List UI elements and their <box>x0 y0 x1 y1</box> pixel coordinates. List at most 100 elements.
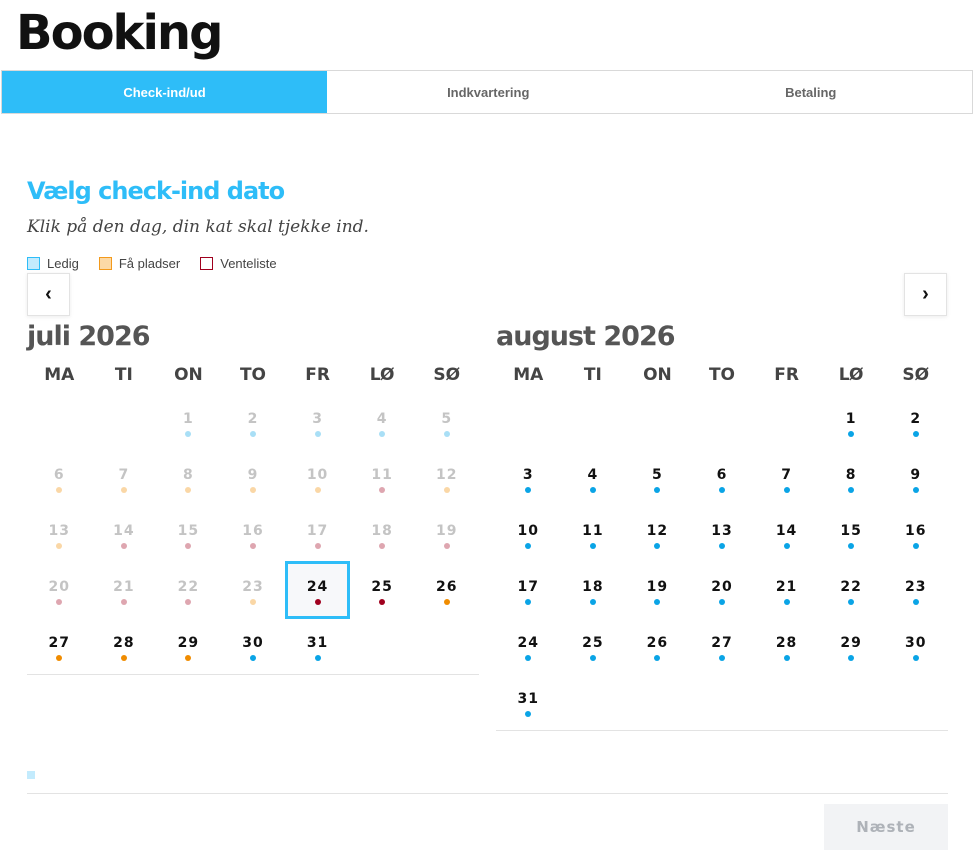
weekday-header: MA TI ON TO FR LØ SØ <box>27 356 479 394</box>
day-number: 6 <box>716 467 728 483</box>
tab-check-in-out[interactable]: Check-ind/ud <box>2 71 327 113</box>
availability-dot <box>912 655 919 661</box>
day-cell[interactable]: 9 <box>883 450 948 506</box>
day-cell[interactable]: 28 <box>92 618 157 674</box>
weekday-label: LØ <box>838 365 864 385</box>
day-cell[interactable]: 22 <box>819 562 884 618</box>
day-number: 11 <box>371 467 393 483</box>
day-cell[interactable]: 2 <box>883 394 948 450</box>
day-number: 16 <box>242 523 264 539</box>
weekday-label: MA <box>513 365 544 385</box>
availability-dot <box>783 487 790 493</box>
availability-dot <box>525 599 532 605</box>
availability-dot <box>654 599 661 605</box>
availability-dot <box>443 599 450 605</box>
day-cell: 17 <box>285 506 350 562</box>
day-cell[interactable]: 26 <box>625 618 690 674</box>
day-cell[interactable]: 19 <box>625 562 690 618</box>
day-number: 7 <box>118 467 130 483</box>
month-title: juli 2026 <box>27 321 151 352</box>
day-cell[interactable]: 26 <box>414 562 479 618</box>
availability-dot <box>589 599 596 605</box>
page-title: Booking <box>16 5 223 61</box>
day-cell[interactable]: 16 <box>883 506 948 562</box>
day-cell[interactable]: 31 <box>496 674 561 730</box>
availability-dot <box>249 431 256 437</box>
day-number: 24 <box>517 635 540 651</box>
day-cell: 2 <box>221 394 286 450</box>
availability-dot <box>654 655 661 661</box>
availability-dot <box>120 543 127 549</box>
day-cell[interactable]: 25 <box>350 562 415 618</box>
selected-day-cell[interactable]: 24 <box>285 561 350 619</box>
day-number: 30 <box>242 635 264 651</box>
day-cell[interactable]: 11 <box>561 506 626 562</box>
day-cell: 8 <box>156 450 221 506</box>
tab-accommodation[interactable]: Indkvartering <box>327 71 650 113</box>
day-number: 9 <box>910 467 922 483</box>
next-step-button[interactable]: Næste <box>824 804 948 850</box>
day-cell[interactable]: 29 <box>156 618 221 674</box>
day-cell[interactable]: 31 <box>285 618 350 674</box>
availability-dot <box>783 599 790 605</box>
availability-dot <box>525 711 532 717</box>
availability-dot <box>654 487 661 493</box>
day-cell[interactable]: 27 <box>27 618 92 674</box>
day-cell[interactable]: 25 <box>561 618 626 674</box>
day-cell[interactable]: 27 <box>690 618 755 674</box>
availability-dot <box>848 543 855 549</box>
day-cell[interactable]: 15 <box>819 506 884 562</box>
availability-dot <box>314 543 321 549</box>
day-cell[interactable]: 4 <box>561 450 626 506</box>
day-cell[interactable]: 30 <box>221 618 286 674</box>
day-cell[interactable]: 28 <box>754 618 819 674</box>
day-number: 17 <box>517 579 540 595</box>
day-cell[interactable]: 23 <box>883 562 948 618</box>
day-cell[interactable]: 12 <box>625 506 690 562</box>
day-cell[interactable]: 8 <box>819 450 884 506</box>
day-number: 5 <box>441 411 453 427</box>
legend-swatch-available <box>27 257 40 270</box>
day-cell[interactable]: 5 <box>625 450 690 506</box>
weekday-label: FR <box>774 365 799 385</box>
day-number: 10 <box>306 467 329 483</box>
day-number: 26 <box>646 635 669 651</box>
availability-dot <box>249 599 256 605</box>
availability-dot <box>912 487 919 493</box>
day-number: 5 <box>652 467 663 483</box>
day-cell: 7 <box>92 450 157 506</box>
availability-dot <box>443 543 450 549</box>
day-number: 8 <box>183 467 194 483</box>
day-cell[interactable]: 30 <box>883 618 948 674</box>
weekday-label: MA <box>44 365 75 385</box>
day-cell[interactable]: 6 <box>690 450 755 506</box>
day-number: 13 <box>48 523 71 539</box>
day-cell[interactable]: 18 <box>561 562 626 618</box>
day-number: 11 <box>582 523 604 539</box>
day-cell[interactable]: 1 <box>819 394 884 450</box>
day-cell: 18 <box>350 506 415 562</box>
availability-dot <box>848 655 855 661</box>
day-number: 12 <box>646 523 669 539</box>
day-cell[interactable]: 29 <box>819 618 884 674</box>
tab-payment[interactable]: Betaling <box>650 71 973 113</box>
day-cell[interactable]: 3 <box>496 450 561 506</box>
next-month-button[interactable]: › <box>904 273 947 316</box>
month-title: august 2026 <box>496 321 676 352</box>
day-cell[interactable]: 7 <box>754 450 819 506</box>
day-cell[interactable]: 20 <box>690 562 755 618</box>
day-cell[interactable]: 14 <box>754 506 819 562</box>
availability-dot <box>525 655 532 661</box>
day-cell[interactable]: 24 <box>496 618 561 674</box>
prev-month-button[interactable]: ‹ <box>27 273 70 316</box>
day-number: 15 <box>177 523 200 539</box>
day-cell[interactable]: 13 <box>690 506 755 562</box>
day-cell[interactable]: 21 <box>754 562 819 618</box>
day-number: 31 <box>306 635 329 651</box>
day-number: 18 <box>371 523 393 539</box>
day-cell[interactable]: 10 <box>496 506 561 562</box>
availability-dot <box>589 655 596 661</box>
day-cell[interactable]: 17 <box>496 562 561 618</box>
availability-dot <box>718 543 725 549</box>
weekday-label: TI <box>583 365 602 385</box>
